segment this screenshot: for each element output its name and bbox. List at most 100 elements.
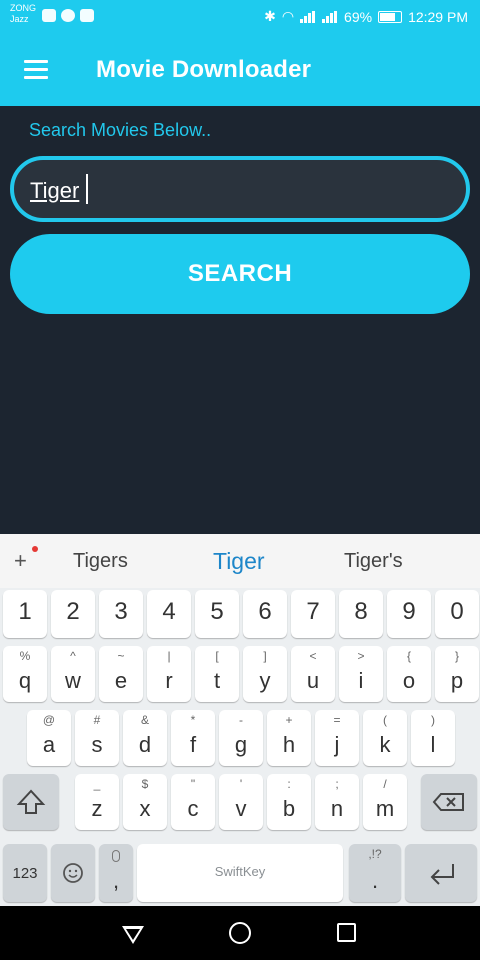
key-label: o xyxy=(402,668,416,693)
key-6[interactable]: 6 xyxy=(243,590,287,638)
key-w[interactable]: ^ w xyxy=(51,646,95,702)
key-alt-label: { xyxy=(406,649,411,663)
key-label: 2 xyxy=(66,598,80,625)
key-alt-label: # xyxy=(93,713,101,727)
key-alt-label: $ xyxy=(141,777,149,791)
key-0[interactable]: 0 xyxy=(435,590,479,638)
facebook-icon xyxy=(80,9,94,22)
key-label: 7 xyxy=(306,598,320,625)
key-v[interactable]: ' v xyxy=(219,774,263,830)
key-p[interactable]: } p xyxy=(435,646,479,702)
key-alt-label: & xyxy=(140,713,149,727)
carrier-jazz: Jazz xyxy=(10,14,29,24)
key-123[interactable]: 123 xyxy=(3,844,47,902)
key-j[interactable]: = j xyxy=(315,710,359,766)
navigation-bar xyxy=(0,906,480,960)
battery-icon xyxy=(378,10,403,23)
key-b[interactable]: :b xyxy=(267,774,311,830)
search-input[interactable] xyxy=(30,176,450,206)
key-label: 6 xyxy=(258,598,272,625)
key-alt-label: [ xyxy=(215,649,219,663)
key-4[interactable]: 4 xyxy=(147,590,191,638)
key-alt-label: ^ xyxy=(70,649,76,663)
back-icon[interactable] xyxy=(122,926,144,944)
key-label: k xyxy=(379,732,391,757)
search-button[interactable]: SEARCH xyxy=(10,234,470,314)
backspace-key[interactable] xyxy=(421,774,477,830)
key-label: v xyxy=(235,796,247,821)
suggestion-center[interactable]: Tiger xyxy=(213,548,265,575)
suggestion-right[interactable]: Tiger's xyxy=(344,550,403,573)
key-a[interactable]: @ a xyxy=(27,710,71,766)
key-g[interactable]: -g xyxy=(219,710,263,766)
key-label: . xyxy=(371,868,379,893)
key-1[interactable]: 1 xyxy=(3,590,47,638)
key-alt-label: ] xyxy=(263,649,267,663)
key-2[interactable]: 2 xyxy=(51,590,95,638)
key-label: , xyxy=(112,868,120,893)
bluetooth-icon: ✱ xyxy=(264,8,276,24)
key-o[interactable]: {o xyxy=(387,646,431,702)
home-icon[interactable] xyxy=(229,922,251,944)
key-label: q xyxy=(18,668,32,693)
recents-icon[interactable] xyxy=(337,923,356,942)
key-q[interactable]: % q xyxy=(3,646,47,702)
emoji-key[interactable] xyxy=(51,844,95,902)
key-c[interactable]: " c xyxy=(171,774,215,830)
key-e[interactable]: ~ e xyxy=(99,646,143,702)
key-alt-label: ~ xyxy=(117,649,125,663)
chat-bubble-icon xyxy=(61,9,75,22)
key-y[interactable]: ] y xyxy=(243,646,287,702)
key-alt-label: ; xyxy=(335,777,339,791)
app-title: Movie Downloader xyxy=(96,56,312,83)
key-label: f xyxy=(189,732,197,757)
key-label: 3 xyxy=(114,598,128,625)
key-alt-label: * xyxy=(190,713,196,727)
key-d[interactable]: & d xyxy=(123,710,167,766)
key-label: s xyxy=(91,732,103,757)
key-9[interactable]: 9 xyxy=(387,590,431,638)
wifi-icon: ◠ xyxy=(281,8,295,24)
shift-key[interactable] xyxy=(3,774,59,830)
enter-icon xyxy=(430,864,454,885)
key-k[interactable]: (k xyxy=(363,710,407,766)
key-label: e xyxy=(114,668,128,693)
key-i[interactable]: > i xyxy=(339,646,383,702)
carrier-label: ZONG Jazz xyxy=(10,3,38,25)
key-label: 0 xyxy=(450,598,464,625)
space-bar[interactable]: SwiftKey xyxy=(137,844,343,902)
key-m[interactable]: / m xyxy=(363,774,407,830)
key-x[interactable]: $ x xyxy=(123,774,167,830)
key-5[interactable]: 5 xyxy=(195,590,239,638)
key-t[interactable]: [t xyxy=(195,646,239,702)
key-n[interactable]: ; n xyxy=(315,774,359,830)
key-label: d xyxy=(138,732,152,757)
suggestion-left[interactable]: Tigers xyxy=(73,550,128,573)
enter-key[interactable] xyxy=(405,844,477,902)
key-3[interactable]: 3 xyxy=(99,590,143,638)
key-label: 123 xyxy=(12,865,38,882)
key-7[interactable]: 7 xyxy=(291,590,335,638)
key-z[interactable]: _ z xyxy=(75,774,119,830)
search-field[interactable] xyxy=(10,156,470,222)
key-label: b xyxy=(282,796,296,821)
key-s[interactable]: # s xyxy=(75,710,119,766)
key-r[interactable]: | r xyxy=(147,646,191,702)
key-l[interactable]: ) l xyxy=(411,710,455,766)
key-alt-label: / xyxy=(383,777,387,791)
key-u[interactable]: < u xyxy=(291,646,335,702)
key-f[interactable]: * f xyxy=(171,710,215,766)
plus-icon[interactable]: + xyxy=(14,548,27,574)
key-alt-label: ' xyxy=(239,777,243,791)
notification-icons xyxy=(42,9,94,22)
key-label: x xyxy=(139,796,151,821)
hamburger-menu-icon[interactable] xyxy=(20,56,54,84)
key-label: c xyxy=(187,796,199,821)
period-key[interactable]: ,!?. xyxy=(349,844,401,902)
key-h[interactable]: + h xyxy=(267,710,311,766)
comma-key[interactable]: , xyxy=(99,844,133,902)
key-alt-label: : xyxy=(287,777,291,791)
key-alt-label: = xyxy=(333,713,341,727)
backspace-icon xyxy=(432,793,464,811)
key-8[interactable]: 8 xyxy=(339,590,383,638)
